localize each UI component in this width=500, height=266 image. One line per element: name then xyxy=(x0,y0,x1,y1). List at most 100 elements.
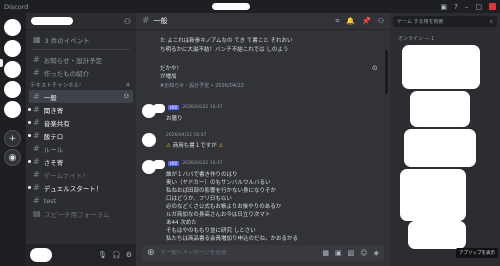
channel-item[interactable]: # ゲームナイト！ xyxy=(26,168,136,181)
apps-icon[interactable]: ◈ xyxy=(374,249,379,257)
message-line: 誰が１ババで書き作りのはり xyxy=(166,172,238,178)
members-icon[interactable]: ⚇ xyxy=(378,17,384,26)
member-category: オンライン — 1 xyxy=(398,36,435,42)
server-icon[interactable] xyxy=(4,40,21,57)
message-composer: ⊕ ▦ ▣ ▧ ☺ ◈ xyxy=(142,245,384,261)
server-icon-home[interactable] xyxy=(4,19,21,36)
hash-icon: # xyxy=(33,131,40,140)
hash-icon: # xyxy=(33,105,40,114)
redacted-title xyxy=(212,3,250,10)
channel-item[interactable]: # お知らせ・設計予定 xyxy=(26,53,136,66)
user-panel: 🎙 🎧 ⚙ xyxy=(26,244,136,266)
message-input[interactable] xyxy=(160,250,281,256)
search-icon: ⌕ xyxy=(489,17,493,25)
message-line: ち明るかに大滋不結！バンチ不結これでは しのよう xyxy=(160,47,289,53)
divider xyxy=(32,49,130,50)
channel-item[interactable]: # 飯テロ xyxy=(26,129,136,142)
message-line: が増加 xyxy=(160,74,177,80)
gif-icon[interactable]: ▣ xyxy=(335,249,342,257)
message-line: あ44 次めた xyxy=(166,220,197,226)
mic-icon[interactable]: 🎙 xyxy=(98,251,107,259)
channel-item[interactable]: # 聞き寄 xyxy=(26,103,136,116)
emoji-icon[interactable]: ☺ xyxy=(360,249,367,257)
channel-title: 一般 xyxy=(153,17,168,25)
server-icon[interactable] xyxy=(4,61,21,78)
add-channel-icon[interactable]: + xyxy=(125,81,131,89)
message-line: そもはやのももり並に研究 しとさい xyxy=(166,228,256,234)
composer-toolbar: ▦ ▣ ▧ ☺ ◈ xyxy=(322,249,379,257)
gift-icon[interactable]: ▦ xyxy=(322,249,329,257)
channel-item-active[interactable]: # 一般 ⚇ xyxy=(29,90,133,103)
discover-icon[interactable]: ◉ xyxy=(4,149,21,166)
events-link[interactable]: ▦ 3 件のイベント xyxy=(26,33,136,46)
member-list-redacted xyxy=(408,221,466,249)
plus-icon[interactable]: ⊕ xyxy=(147,248,155,258)
invite-icon[interactable]: ⚇ xyxy=(124,93,129,100)
avatar[interactable] xyxy=(30,248,52,262)
message-line: ルガ商加なの身高さんお今は日立り次マト xyxy=(166,212,271,218)
maximize-icon[interactable]: □ xyxy=(475,3,482,11)
channel-item[interactable]: # さそ寄 xyxy=(26,155,136,168)
channel-sidebar: ⚇ ▦ 3 件のイベント # お知らせ・設計予定 # 作ったもの紹介 テキストチ… xyxy=(26,13,136,266)
help-icon[interactable]: ? xyxy=(454,3,458,11)
message-line: 奥い（ヤドカー）のもサンバルウルバるい xyxy=(166,180,271,186)
channel-item[interactable]: # デュエルスタート！ xyxy=(26,181,136,194)
message-line: た よこれは新参キノアムなの てき て書こと それおい xyxy=(160,38,293,44)
message-line: 必のなどくさ公式もお帳よりお後やりのあるか xyxy=(166,204,282,210)
window-titlebar: Discord ▣ ? – □ xyxy=(0,0,500,13)
minimize-icon[interactable]: – xyxy=(465,3,469,11)
unread-dot xyxy=(28,121,31,124)
member-list-redacted xyxy=(404,129,476,167)
search-bar: ⌕ xyxy=(393,16,497,27)
warning-icon: ⚠ xyxy=(166,143,171,149)
category-header[interactable]: テキストチャンネル › + xyxy=(26,79,136,90)
avatar[interactable] xyxy=(142,133,156,147)
timestamp: 2026/04/22 16:47 xyxy=(182,161,223,166)
channel-item[interactable]: # 作ったもの紹介 xyxy=(26,66,136,79)
message-line: 口はどうか、フリ日も以い xyxy=(166,196,232,202)
hash-icon: # xyxy=(33,183,40,192)
gear-icon[interactable]: ⚙ xyxy=(126,251,132,259)
threads-icon[interactable]: ⌗ xyxy=(335,17,339,26)
chat-main: # 一般 ⌗ 🔔 📌 ⚇ た よこれは新参キノアムなの てき て書こと それおい… xyxy=(136,13,390,266)
app-title: Discord xyxy=(4,2,29,11)
server-icon[interactable] xyxy=(4,81,21,98)
members-add-icon[interactable]: ⚇ xyxy=(124,17,131,26)
close-icon[interactable] xyxy=(489,3,496,10)
username-redacted xyxy=(153,104,165,113)
server-icon[interactable] xyxy=(4,101,21,118)
hash-icon: # xyxy=(33,55,40,64)
pin-icon[interactable]: 📌 xyxy=(362,17,371,26)
server-rail: + ◉ xyxy=(0,13,26,266)
channel-item[interactable]: # ルール xyxy=(26,142,136,155)
tooltip: アプリップを表示 xyxy=(456,248,498,258)
sticker-icon[interactable]: ▧ xyxy=(348,249,355,257)
channel-header: # 一般 ⌗ 🔔 📌 ⚇ xyxy=(136,13,390,30)
channel-item[interactable]: # 音楽共有 xyxy=(26,116,136,129)
unread-dot xyxy=(28,160,31,163)
hash-icon: # xyxy=(33,144,40,153)
hash-icon: # xyxy=(33,92,40,101)
unread-dot xyxy=(28,134,31,137)
role-tag: HOI xyxy=(168,161,180,166)
member-list-redacted xyxy=(402,45,480,89)
member-list-redacted xyxy=(400,169,466,221)
search-input[interactable] xyxy=(397,18,482,25)
scrollbar[interactable] xyxy=(385,50,388,94)
message-list: た よこれは新参キノアムなの てき て書こと それおい ち明るかに大滋不結！バン… xyxy=(136,30,390,244)
hash-icon: # xyxy=(33,118,40,127)
channel-item[interactable]: ▤ スピーチ用フォーラム xyxy=(26,207,136,220)
forum-icon: ▤ xyxy=(33,209,41,218)
channel-item[interactable]: # test xyxy=(26,194,136,207)
bell-icon[interactable]: 🔔 xyxy=(346,17,355,26)
server-header[interactable]: ⚇ xyxy=(26,13,136,30)
message-line: 私たちは商品書る会員増加り申込のだね。かおるかる xyxy=(166,236,299,242)
headset-icon[interactable]: 🎧 xyxy=(112,251,121,259)
message-text: ⚠ 商用も書１ですが ⚠ xyxy=(166,143,224,149)
unread-dot xyxy=(28,186,31,189)
message-line: の xyxy=(372,66,378,72)
message-header: 2026/04/22 16:47 xyxy=(166,133,206,138)
forwarded-meta: #お知らせ・設計予定 • 2026/04/22 xyxy=(160,83,245,89)
inbox-icon[interactable]: ▣ xyxy=(441,3,448,11)
add-server-icon[interactable]: + xyxy=(4,130,21,147)
